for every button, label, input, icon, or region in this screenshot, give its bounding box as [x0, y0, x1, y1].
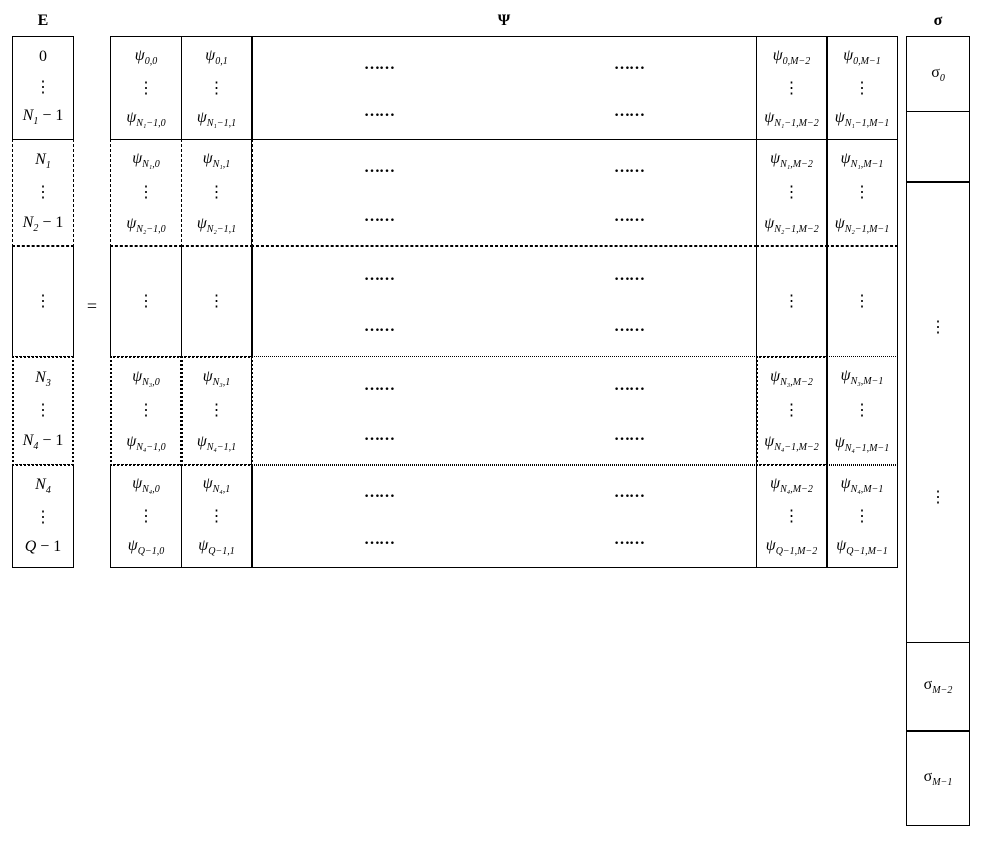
psi-cell: ψN₁,M−2 ψN₂−1,M−2: [756, 139, 828, 247]
psi-cell-vdots: [826, 245, 898, 357]
sigma-block-0: σ0: [906, 36, 970, 112]
psi-cell: ψN₃,0 ψN₄−1,0: [110, 356, 182, 466]
psi-cell-vdots: [181, 245, 253, 357]
psi-cell: ψN₃,M−2 ψN₄−1,M−2: [756, 356, 828, 466]
vdots-icon: [35, 507, 51, 527]
psi-cell: ψN₃,M−1 ψN₄−1,M−1: [826, 356, 898, 466]
E-block-4-bot: Q − 1: [25, 538, 62, 556]
vdots-icon: [138, 506, 154, 526]
header-sigma: σ: [906, 12, 970, 30]
vdots-icon: [854, 506, 870, 526]
E-block-1: N1 N2 − 1: [12, 139, 74, 247]
psi-cell: ψN₄,M−2 ψQ−1,M−2: [756, 464, 828, 568]
psi-cell: ψN₁,0 ψN₂−1,0: [110, 139, 182, 247]
vdots-icon: [35, 182, 51, 202]
psi-cell: ψN₄,M−1 ψQ−1,M−1: [826, 464, 898, 568]
matrix-equation: 0 N1 − 1 N1 N2 − 1 N3 N4 − 1 N4 Q − 1 =: [12, 36, 988, 826]
vdots-icon: [854, 400, 870, 420]
vdots-icon: [138, 78, 154, 98]
psi-cell-hdots: ………… …………: [251, 356, 757, 466]
E-block-1-top: N1: [35, 151, 51, 171]
vdots-icon: [854, 78, 870, 98]
header-row: E Ψ σ: [12, 12, 988, 30]
psi-cell-hdots: ………… …………: [251, 464, 757, 568]
vdots-icon: [209, 78, 225, 98]
vdots-icon: [209, 182, 225, 202]
vdots-icon: [784, 291, 800, 311]
E-block-3-bot: N4 − 1: [23, 432, 64, 452]
vdots-icon: [35, 400, 51, 420]
psi-cell: ψN₄,0 ψQ−1,0: [110, 464, 182, 568]
psi-cell-vdots: [110, 245, 182, 357]
psi-cell: ψN₁,1 ψN₂−1,1: [181, 139, 253, 247]
vdots-icon: [138, 291, 154, 311]
psi-cell-hdots: ………… …………: [251, 36, 757, 140]
sigma-block-M-1: σM−1: [906, 730, 970, 826]
E-block-0: 0 N1 − 1: [12, 36, 74, 140]
vdots-icon: [854, 182, 870, 202]
vdots-icon: [209, 400, 225, 420]
vdots-icon: [784, 506, 800, 526]
E-block-3-top: N3: [35, 369, 51, 389]
vdots-icon: [854, 291, 870, 311]
E-block-3: N3 N4 − 1: [12, 356, 74, 466]
matrix-Psi: ψ0,0 ψN₁−1,0 ψ0,1 ψN₁−1,1 ………… ………… ψ0,M…: [110, 36, 898, 568]
psi-cell-vdots: [756, 245, 828, 357]
vdots-icon: [930, 487, 946, 507]
vector-sigma: σ0 σM−2 σM−1: [906, 36, 970, 826]
vdots-icon: [209, 506, 225, 526]
header-E: E: [12, 12, 74, 30]
sigma-block-vdots: [906, 181, 970, 643]
psi-cell: ψN₃,1 ψN₄−1,1: [181, 356, 253, 466]
sigma-block-1: [906, 111, 970, 183]
vdots-icon: [35, 291, 51, 311]
vdots-icon: [784, 182, 800, 202]
psi-cell-hdots: ………… …………: [251, 245, 757, 357]
E-block-1-bot: N2 − 1: [23, 214, 64, 234]
vdots-icon: [35, 77, 51, 97]
E-block-4: N4 Q − 1: [12, 464, 74, 568]
sigma-block-M-2: σM−2: [906, 642, 970, 732]
E-block-0-bot: N1 − 1: [23, 107, 64, 127]
equals-sign: =: [82, 36, 102, 317]
psi-row-3: ψN₃,0 ψN₄−1,0 ψN₃,1 ψN₄−1,1 ………… ………… ψN…: [110, 356, 898, 466]
psi-cell: ψ0,M−1 ψN₁−1,M−1: [826, 36, 898, 140]
vdots-icon: [138, 182, 154, 202]
header-Psi: Ψ: [110, 12, 898, 30]
psi-cell-hdots: ………… …………: [251, 139, 757, 247]
psi-row-4: ψN₄,0 ψQ−1,0 ψN₄,1 ψQ−1,1 ………… ………… ψN₄,…: [110, 464, 898, 568]
vector-E: 0 N1 − 1 N1 N2 − 1 N3 N4 − 1 N4 Q − 1: [12, 36, 74, 568]
E-block-vdots: [12, 245, 74, 357]
vdots-icon: [209, 291, 225, 311]
vdots-icon: [138, 400, 154, 420]
vdots-icon: [784, 400, 800, 420]
psi-cell: ψ0,0 ψN₁−1,0: [110, 36, 182, 140]
psi-cell: ψ0,1 ψN₁−1,1: [181, 36, 253, 140]
psi-row-vdots: ………… …………: [110, 245, 898, 357]
psi-row-0: ψ0,0 ψN₁−1,0 ψ0,1 ψN₁−1,1 ………… ………… ψ0,M…: [110, 36, 898, 140]
psi-cell: ψN₄,1 ψQ−1,1: [181, 464, 253, 568]
E-block-4-top: N4: [35, 476, 51, 496]
vdots-icon: [930, 317, 946, 337]
E-block-0-top: 0: [39, 48, 47, 66]
psi-cell: ψN₁,M−1 ψN₂−1,M−1: [826, 139, 898, 247]
psi-row-1: ψN₁,0 ψN₂−1,0 ψN₁,1 ψN₂−1,1 ………… ………… ψN…: [110, 139, 898, 247]
psi-cell: ψ0,M−2 ψN₁−1,M−2: [756, 36, 828, 140]
vdots-icon: [784, 78, 800, 98]
